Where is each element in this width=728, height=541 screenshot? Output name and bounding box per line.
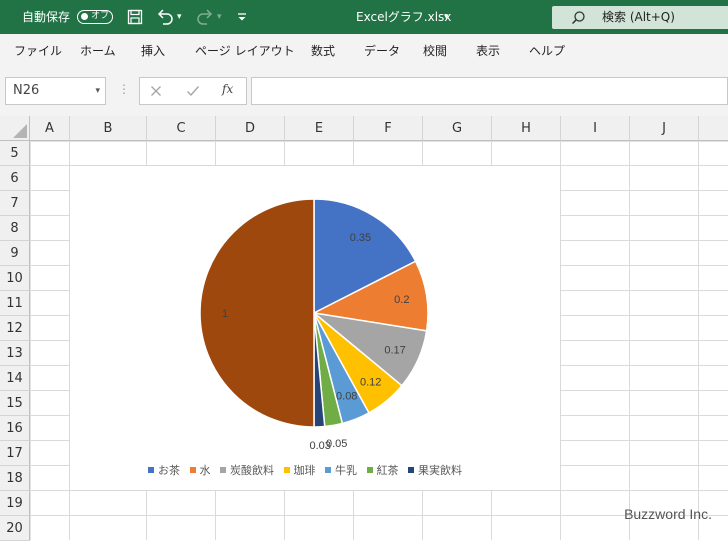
watermark: Buzzword Inc.: [624, 506, 712, 522]
data-label: 0.03: [310, 440, 331, 452]
legend-swatch: [283, 467, 290, 473]
data-label: 0.2: [394, 294, 409, 306]
legend-label: 珈琲: [293, 464, 316, 477]
legend-label: 果実飲料: [418, 464, 462, 477]
data-label: 0.08: [336, 391, 357, 403]
pie-slice[interactable]: [199, 198, 315, 428]
data-label: 0.17: [384, 345, 405, 357]
legend-swatch: [220, 467, 226, 473]
legend-label: 水: [199, 464, 211, 477]
legend-swatch: [148, 467, 154, 473]
legend-label: 紅茶: [376, 464, 399, 477]
data-label: 0.12: [360, 377, 381, 389]
legend-swatch: [408, 467, 414, 473]
legend-item: 果実飲料: [408, 462, 462, 478]
legend-label: 牛乳: [335, 464, 357, 477]
legend-swatch: [366, 467, 373, 473]
data-label: 0.35: [350, 232, 371, 244]
legend-item: 珈琲: [283, 462, 316, 478]
data-label: 1: [222, 308, 228, 320]
legend-item: 牛乳: [325, 462, 357, 478]
legend-label: 炭酸飲料: [230, 464, 274, 477]
legend-item: 炭酸飲料: [220, 462, 274, 478]
pie-chart[interactable]: 0.350.20.170.120.080.050.031: [0, 0, 728, 540]
chart-legend[interactable]: お茶 水 炭酸飲料 珈琲 牛乳 紅茶 果実飲料: [148, 462, 468, 478]
legend-label: お茶: [158, 464, 180, 477]
legend-swatch: [189, 467, 196, 473]
legend-item: お茶: [148, 462, 180, 478]
legend-item: 紅茶: [366, 462, 399, 478]
legend-item: 水: [189, 462, 211, 478]
legend-swatch: [325, 467, 331, 473]
